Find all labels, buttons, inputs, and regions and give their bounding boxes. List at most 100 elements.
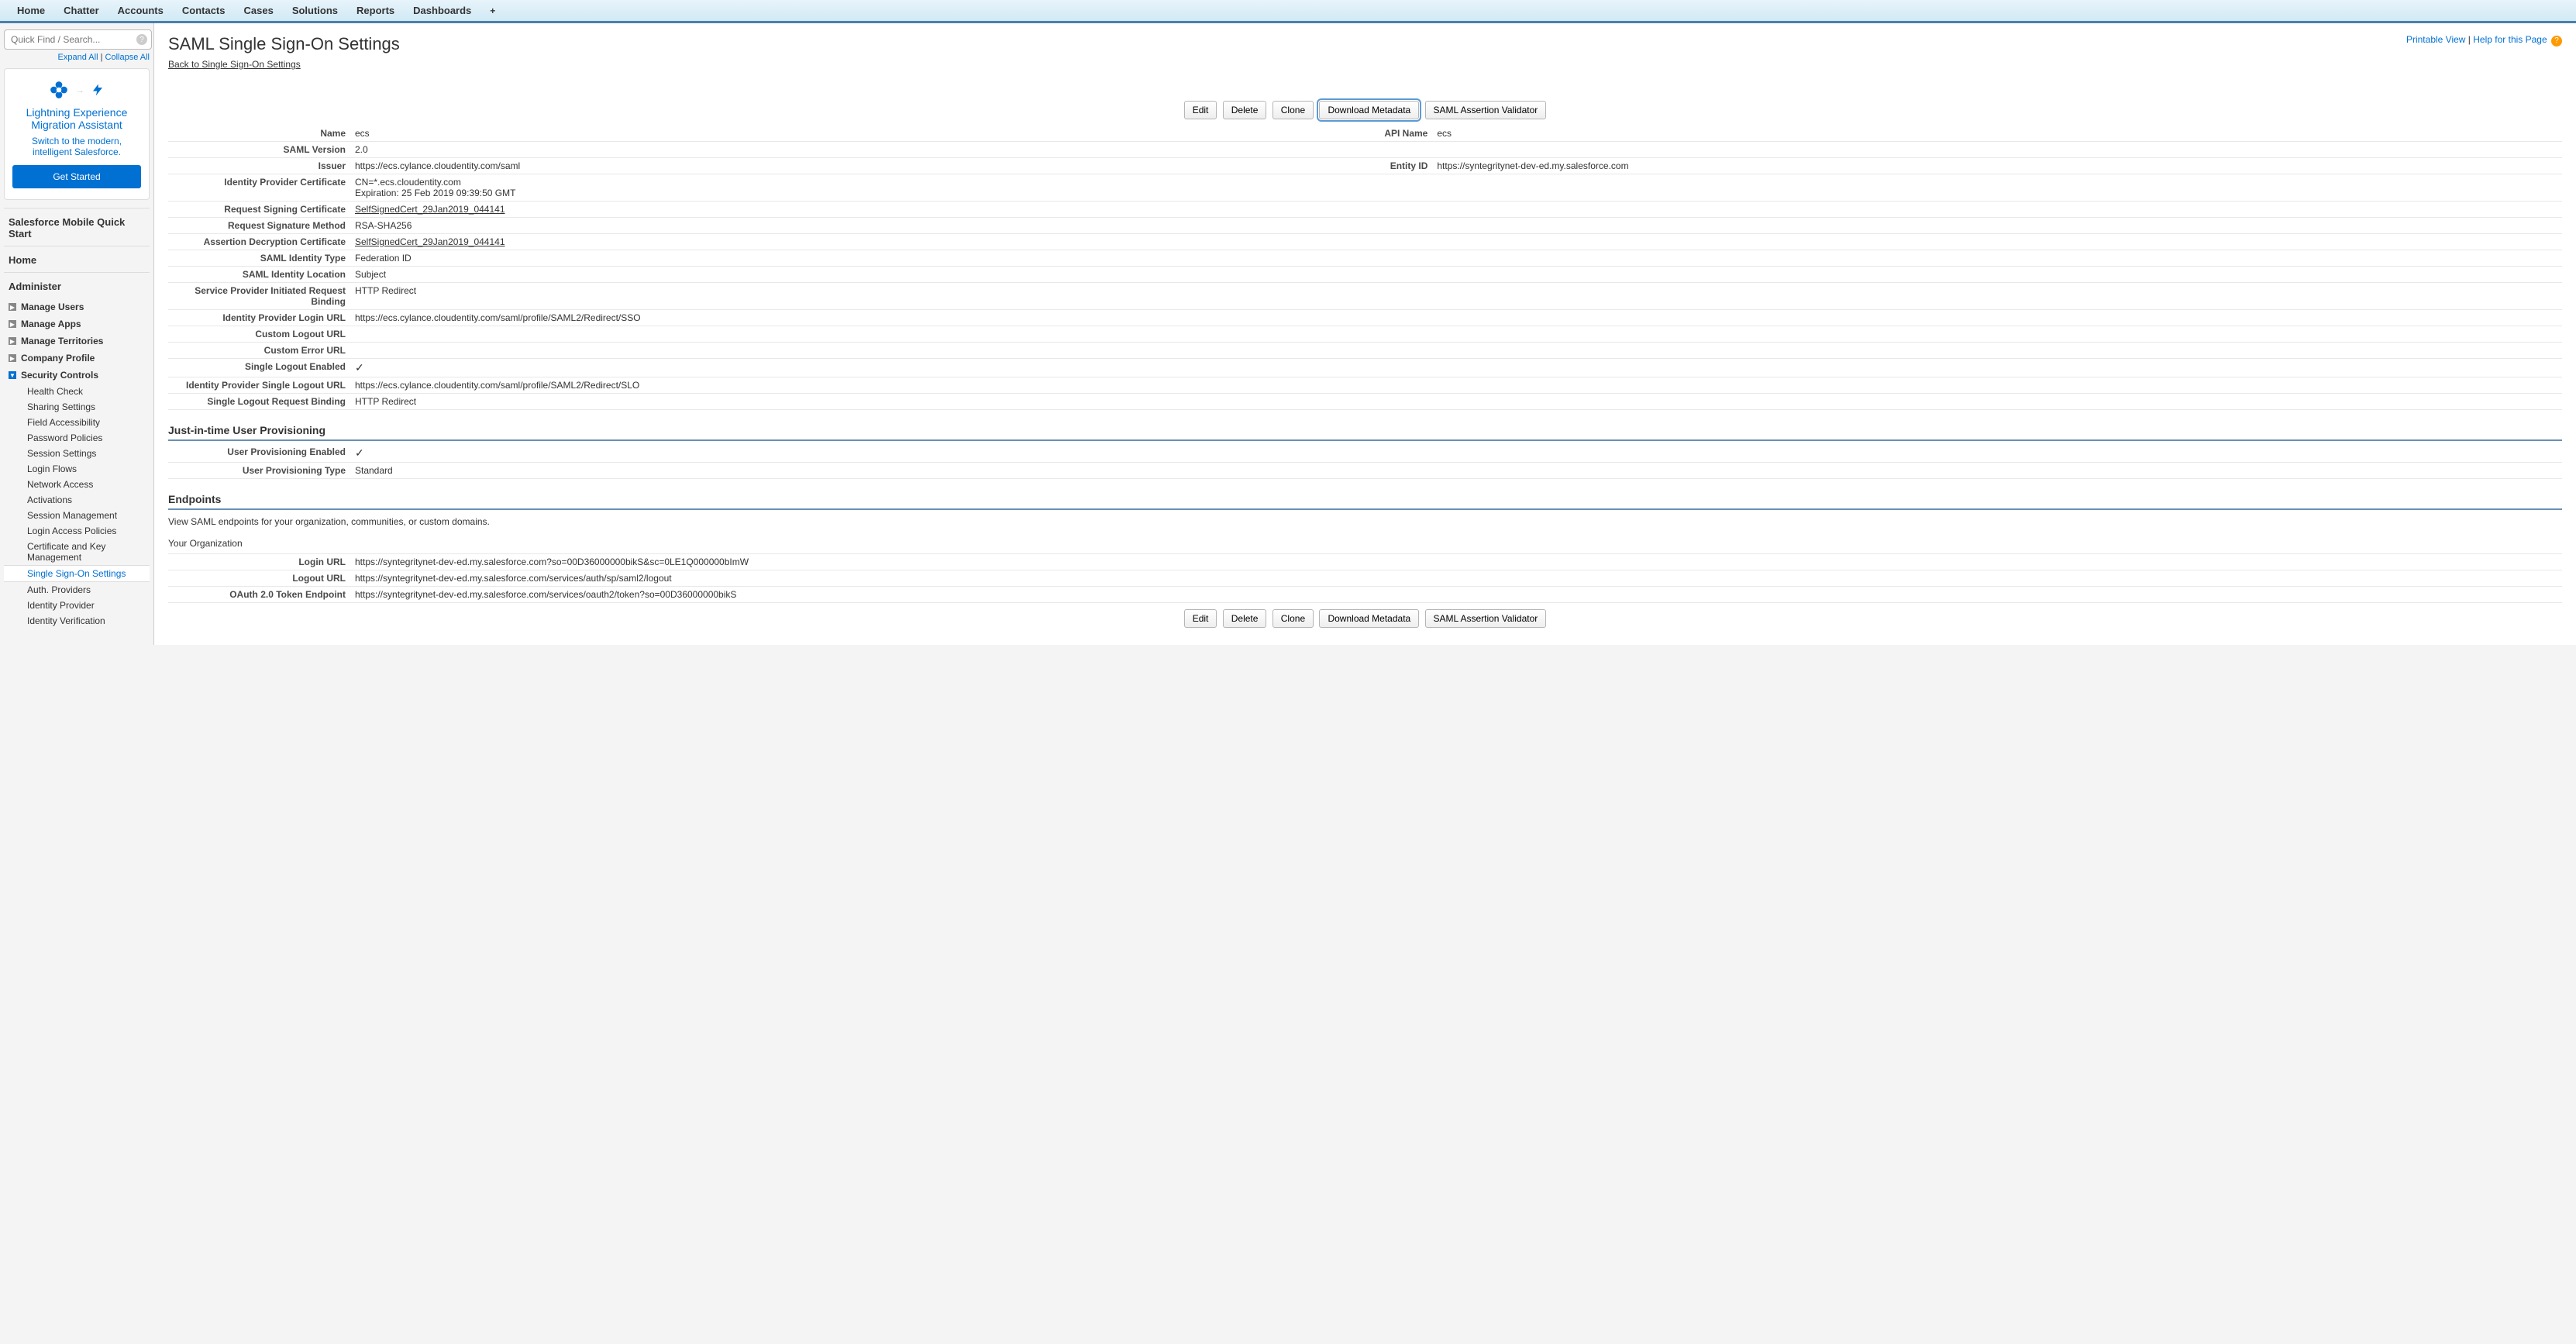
arrow-icon: → <box>75 84 84 95</box>
sidebar-sub-item[interactable]: Sharing Settings <box>4 399 150 415</box>
field-label: Entity ID <box>1331 158 1432 174</box>
field-value: SelfSignedCert_29Jan2019_044141 <box>350 234 2562 250</box>
sidebar-item-manage-users[interactable]: ▶ Manage Users <box>4 298 150 315</box>
sidebar-sub-item[interactable]: Field Accessibility <box>4 415 150 430</box>
sidebar-sub-item[interactable]: Certificate and Key Management <box>4 539 150 565</box>
chevron-right-icon: ▶ <box>9 303 16 311</box>
collapse-all-link[interactable]: Collapse All <box>105 53 150 62</box>
field-label: Single Logout Request Binding <box>168 394 350 410</box>
main-content: SAML Single Sign-On Settings Printable V… <box>153 23 2576 645</box>
field-label: Identity Provider Login URL <box>168 310 350 326</box>
tab-reports[interactable]: Reports <box>347 0 404 21</box>
help-page-link[interactable]: Help for this Page <box>2473 34 2547 45</box>
sidebar-sub-item[interactable]: Activations <box>4 492 150 508</box>
field-label: SAML Identity Type <box>168 250 350 267</box>
expand-all-link[interactable]: Expand All <box>58 53 98 62</box>
field-value: https://ecs.cylance.cloudentity.com/saml… <box>350 310 2562 326</box>
field-value: https://ecs.cylance.cloudentity.com/saml <box>350 158 1331 174</box>
promo-title: Lightning Experience Migration Assistant <box>12 106 141 131</box>
clone-button[interactable]: Clone <box>1273 609 1314 628</box>
sidebar: ? Expand All | Collapse All → Lightning … <box>0 23 153 645</box>
delete-button[interactable]: Delete <box>1223 609 1267 628</box>
tab-cases[interactable]: Cases <box>235 0 283 21</box>
promo-icons: → <box>12 80 141 100</box>
saml-details-table: NameecsAPI Nameecs SAML Version2.0 Issue… <box>168 126 2562 410</box>
tab-add[interactable]: + <box>480 1 505 21</box>
help-icon[interactable]: ? <box>136 34 147 45</box>
sidebar-sub-item[interactable]: Session Management <box>4 508 150 523</box>
chevron-right-icon: ▶ <box>9 354 16 362</box>
sidebar-quick-start[interactable]: Salesforce Mobile Quick Start <box>4 208 150 246</box>
saml-validator-button[interactable]: SAML Assertion Validator <box>1425 101 1547 119</box>
cert-link[interactable]: SelfSignedCert_29Jan2019_044141 <box>355 236 505 247</box>
field-value: https://syntegritynet-dev-ed.my.salesfor… <box>350 554 2562 570</box>
field-value: 2.0 <box>350 142 2562 158</box>
cert-link[interactable]: SelfSignedCert_29Jan2019_044141 <box>355 204 505 215</box>
sidebar-sub-item[interactable]: Health Check <box>4 384 150 399</box>
page-header-links: Printable View | Help for this Page ? <box>2406 34 2562 47</box>
sidebar-item-label: Manage Users <box>21 302 84 312</box>
field-value <box>350 343 2562 359</box>
page-title: SAML Single Sign-On Settings <box>168 34 400 54</box>
field-value: Federation ID <box>350 250 2562 267</box>
endpoints-your-org: Your Organization <box>168 533 2562 554</box>
sidebar-home[interactable]: Home <box>4 246 150 272</box>
sidebar-sub-item[interactable]: Password Policies <box>4 430 150 446</box>
field-label: User Provisioning Enabled <box>168 444 350 463</box>
download-metadata-button[interactable]: Download Metadata <box>1319 609 1419 628</box>
printable-view-link[interactable]: Printable View <box>2406 34 2466 45</box>
tab-accounts[interactable]: Accounts <box>108 0 173 21</box>
sidebar-item-manage-territories[interactable]: ▶Manage Territories <box>4 333 150 350</box>
tab-contacts[interactable]: Contacts <box>173 0 235 21</box>
endpoints-table: Login URLhttps://syntegritynet-dev-ed.my… <box>168 554 2562 603</box>
sidebar-item-label: Manage Territories <box>21 336 103 346</box>
field-value: ecs <box>350 126 1331 142</box>
field-label: Name <box>168 126 350 142</box>
field-label: User Provisioning Type <box>168 463 350 479</box>
field-label: Logout URL <box>168 570 350 587</box>
sidebar-item-manage-apps[interactable]: ▶Manage Apps <box>4 315 150 333</box>
sidebar-item-company-profile[interactable]: ▶Company Profile <box>4 350 150 367</box>
tab-home[interactable]: Home <box>8 0 54 21</box>
field-label: Login URL <box>168 554 350 570</box>
field-value: https://ecs.cylance.cloudentity.com/saml… <box>350 377 2562 394</box>
field-value: HTTP Redirect <box>350 394 2562 410</box>
delete-button[interactable]: Delete <box>1223 101 1267 119</box>
field-label: Custom Logout URL <box>168 326 350 343</box>
field-value: CN=*.ecs.cloudentity.comExpiration: 25 F… <box>350 174 2562 202</box>
back-link[interactable]: Back to Single Sign-On Settings <box>168 59 301 70</box>
search-input[interactable] <box>4 29 152 50</box>
sidebar-sub-item[interactable]: Identity Provider <box>4 598 150 613</box>
sidebar-sub-item[interactable]: Identity Verification <box>4 613 150 629</box>
sidebar-sub-item[interactable]: Login Flows <box>4 461 150 477</box>
download-metadata-button[interactable]: Download Metadata <box>1319 101 1419 119</box>
edit-button[interactable]: Edit <box>1184 101 1217 119</box>
sidebar-item-label: Manage Apps <box>21 319 81 329</box>
clone-button[interactable]: Clone <box>1273 101 1314 119</box>
field-label: SAML Identity Location <box>168 267 350 283</box>
sidebar-sub-item[interactable]: Auth. Providers <box>4 582 150 598</box>
tab-solutions[interactable]: Solutions <box>283 0 347 21</box>
field-value: https://syntegritynet-dev-ed.my.salesfor… <box>350 587 2562 603</box>
check-icon: ✓ <box>355 446 364 459</box>
sidebar-item-security-controls[interactable]: ▼ Security Controls <box>4 367 150 384</box>
edit-button[interactable]: Edit <box>1184 609 1217 628</box>
get-started-button[interactable]: Get Started <box>12 165 141 188</box>
sidebar-sub-item[interactable]: Session Settings <box>4 446 150 461</box>
lightning-icon <box>91 80 105 100</box>
action-buttons-top: Edit Delete Clone Download Metadata SAML… <box>168 101 2562 119</box>
sidebar-sub-item[interactable]: Single Sign-On Settings <box>4 565 150 582</box>
field-value: ecs <box>1432 126 2562 142</box>
field-value: Standard <box>350 463 2562 479</box>
tab-chatter[interactable]: Chatter <box>54 0 108 21</box>
field-label: Request Signature Method <box>168 218 350 234</box>
saml-validator-button[interactable]: SAML Assertion Validator <box>1425 609 1547 628</box>
tab-dashboards[interactable]: Dashboards <box>404 0 480 21</box>
field-label: Issuer <box>168 158 350 174</box>
help-badge-icon[interactable]: ? <box>2551 36 2562 47</box>
chevron-down-icon: ▼ <box>9 371 16 379</box>
sidebar-sub-item[interactable]: Network Access <box>4 477 150 492</box>
sidebar-item-label: Security Controls <box>21 370 98 381</box>
field-value: https://syntegritynet-dev-ed.my.salesfor… <box>1432 158 2562 174</box>
sidebar-sub-item[interactable]: Login Access Policies <box>4 523 150 539</box>
